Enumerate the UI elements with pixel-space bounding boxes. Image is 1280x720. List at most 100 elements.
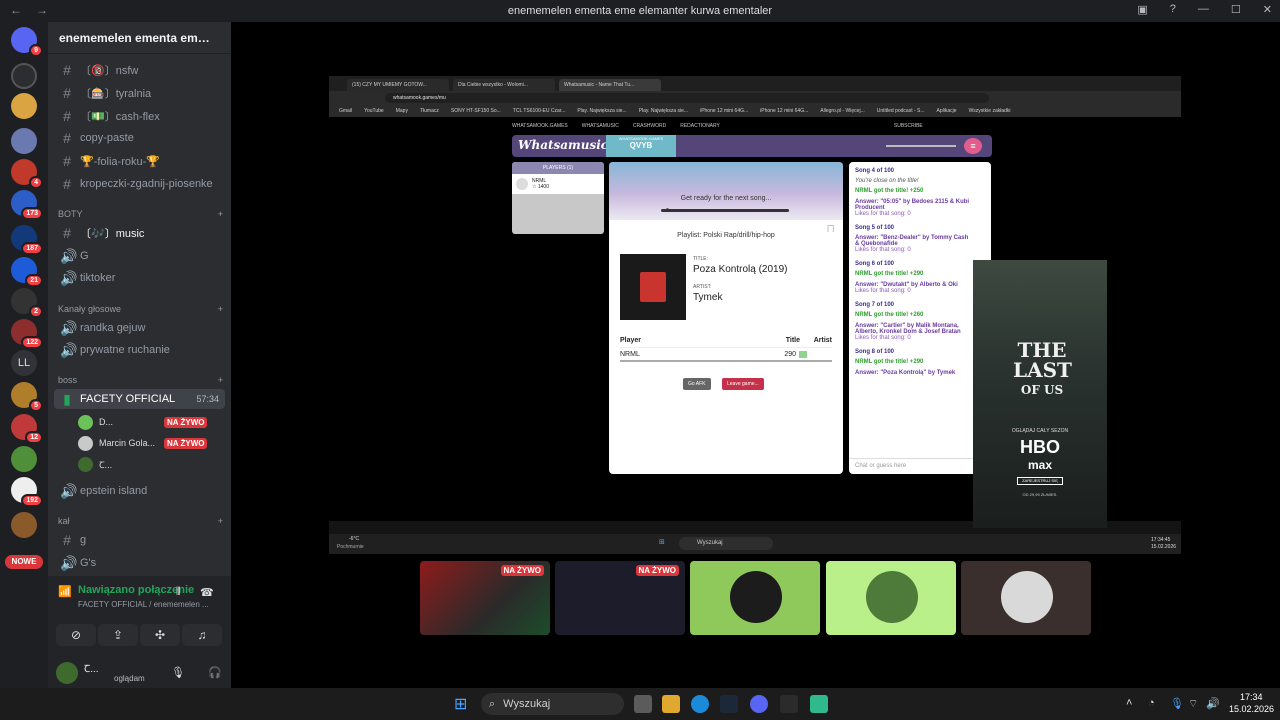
channel-kropeczki[interactable]: # kropeczki-zgadnij-piosenke — [54, 174, 225, 194]
taskbar-search[interactable]: ⌕ Wyszukaj — [481, 693, 624, 715]
bookmark[interactable]: iPhone 12 mini 64G... — [700, 108, 748, 114]
new-servers-pill[interactable]: NOWE — [5, 555, 43, 569]
bookmark[interactable]: iPhone 12 mini 64G... — [760, 108, 808, 114]
ad-cta-button[interactable]: ZAREJESTRUJ SIĘ — [1017, 477, 1063, 485]
help-icon[interactable]: ? — [1170, 3, 1176, 16]
leave-game-button[interactable]: Leave game... — [722, 378, 764, 390]
file-explorer-icon[interactable] — [662, 695, 680, 713]
windows-icon[interactable]: ⊞ — [454, 694, 467, 714]
server-icon[interactable]: 187 — [11, 225, 43, 255]
site-nav-item[interactable]: REDACTIONARY — [680, 123, 720, 131]
server-icon[interactable]: 173 — [11, 190, 43, 220]
channel-folia-roku[interactable]: # 🏆-folia-roku-🏆 — [54, 151, 225, 171]
go-afk-button[interactable]: Go AFK — [683, 378, 711, 390]
server-icon[interactable]: 21 — [11, 257, 43, 287]
server-icon[interactable] — [11, 93, 37, 119]
site-nav-item[interactable]: WHATSAMUSIC — [582, 123, 619, 131]
bookmark[interactable]: Allegro.pl - Więcej... — [820, 108, 864, 114]
plus-icon[interactable]: + — [218, 209, 223, 219]
player-row[interactable]: NRML ☆ 1400 — [512, 174, 604, 194]
channel-epstein-island[interactable]: 🔊 epstein island — [54, 481, 225, 501]
bookmark[interactable]: Mapy — [396, 108, 408, 114]
participant-tile[interactable] — [690, 561, 820, 635]
mic-icon[interactable]: 🎙 — [1170, 697, 1184, 710]
avatar[interactable] — [56, 662, 78, 684]
bookmark[interactable]: Tłumacz — [420, 108, 439, 114]
chevron-up-icon[interactable]: ˄ — [1126, 697, 1132, 709]
channel-g[interactable]: 🔊 G — [54, 246, 225, 266]
category-boss[interactable]: boss + — [58, 375, 223, 385]
plus-icon[interactable]: + — [218, 516, 223, 526]
minimize-icon[interactable]: — — [1198, 3, 1209, 16]
plus-icon[interactable]: + — [218, 375, 223, 385]
chat-input[interactable]: Chat or guess here — [849, 458, 991, 474]
guild-header[interactable]: enememelen ementa em… ⌄ 👤 — [48, 22, 270, 54]
activities-button[interactable]: ✣ — [140, 624, 180, 646]
channel-gs[interactable]: 🔊 G's — [54, 553, 225, 573]
server-icon[interactable] — [11, 446, 37, 472]
ad-banner[interactable]: THE LAST OF US OGLĄDAJ CAŁY SEZON HBO ma… — [973, 260, 1107, 528]
participant-tile[interactable] — [826, 561, 956, 635]
network-icon[interactable]: ◔ — [1148, 697, 1155, 709]
participant-tile[interactable] — [961, 561, 1091, 635]
pause-icon[interactable]: ⏸ — [666, 207, 669, 214]
bookmark[interactable]: Gmail — [339, 108, 352, 114]
server-icon[interactable] — [11, 63, 37, 89]
home-button[interactable]: 9 — [11, 27, 43, 57]
channel-cash-flex[interactable]: # 〔💵〕cash-flex — [54, 106, 225, 126]
url-field[interactable]: whatsamook.games/mu — [385, 93, 989, 103]
noise-suppression-icon[interactable]: ⫴ — [176, 586, 181, 599]
server-icon[interactable]: 5 — [11, 382, 43, 412]
channel-tyralnia[interactable]: # 〔🎰〕tyralnia — [54, 83, 225, 103]
site-nav-item[interactable]: WHATSAMOOK.GAMES — [512, 123, 568, 131]
server-icon[interactable]: 4 — [11, 159, 43, 189]
streamed-search[interactable]: Wyszukaj — [679, 537, 773, 550]
bookmark[interactable]: TCL TS6100-EU Czar... — [513, 108, 566, 114]
back-icon[interactable]: ← — [10, 3, 22, 17]
server-icon[interactable]: 2 — [11, 288, 43, 318]
tab[interactable]: Dla Ciebie wszystko - Wolomi... — [453, 79, 555, 91]
voice-user[interactable]: Ꞇ... — [78, 454, 218, 474]
channel-music[interactable]: # 〔🎶〕music — [54, 223, 225, 243]
channel-prywatne[interactable]: 🔊 prywatne ruchanie — [54, 340, 225, 360]
bookmark[interactable]: Play. Największa sie... — [577, 108, 626, 114]
channel-nsfw[interactable]: # 〔🔞〕nsfw — [54, 60, 225, 80]
screen-share-button[interactable]: ⇪ — [98, 624, 138, 646]
maximize-icon[interactable]: ☐ — [1231, 3, 1241, 16]
inbox-icon[interactable]: ▣ — [1137, 3, 1147, 16]
tab[interactable]: Whatsamusic - Name That Tu... — [559, 79, 661, 91]
discord-icon[interactable] — [750, 695, 768, 713]
volume-icon[interactable]: 🔊 — [1206, 697, 1220, 710]
channel-tiktoker[interactable]: 🔊 tiktoker — [54, 268, 225, 288]
edge-icon[interactable] — [691, 695, 709, 713]
bookmark[interactable]: Aplikacje — [937, 108, 957, 114]
category-boty[interactable]: BOTY + — [58, 209, 223, 219]
channel-g2[interactable]: # g — [54, 530, 225, 550]
windows-icon[interactable]: ⊞ — [659, 538, 665, 546]
voice-status[interactable]: Nawiązano połączenie — [56, 584, 194, 596]
bookmark[interactable]: SONY HT-SF150 So... — [451, 108, 501, 114]
site-nav-item[interactable]: CRASHWORD — [633, 123, 666, 131]
headset-icon[interactable]: 🎧 — [208, 666, 222, 679]
soundboard-button[interactable]: ♫ — [182, 624, 222, 646]
server-icon[interactable] — [11, 512, 37, 538]
clock-time[interactable]: 17:34 — [1240, 692, 1263, 702]
voice-user[interactable]: Marcin Gola... NA ŻYWO — [78, 433, 218, 453]
category-kal[interactable]: kał + — [58, 516, 223, 526]
plus-icon[interactable]: + — [218, 304, 223, 314]
channel-randka[interactable]: 🔊 randka gejuw — [54, 318, 225, 338]
menu-button[interactable]: ≡ — [964, 138, 982, 154]
server-icon[interactable]: 122 — [11, 319, 43, 349]
voice-location[interactable]: FACETY OFFICIAL / enememelen ... — [78, 600, 209, 609]
bookmark[interactable]: Untitled podcast - S... — [877, 108, 925, 114]
app-icon[interactable] — [810, 695, 828, 713]
bookmark[interactable]: Play. Największa sie... — [639, 108, 688, 114]
stream-tile[interactable]: NA ŻYWO — [555, 561, 685, 635]
site-logo[interactable]: Whatsamusic — [518, 138, 608, 152]
channel-copy-paste[interactable]: # copy-paste — [54, 128, 225, 148]
task-view-icon[interactable] — [634, 695, 652, 713]
camera-button[interactable]: ⊘ — [56, 624, 96, 646]
server-icon[interactable]: 12 — [11, 414, 43, 444]
lobby-code-box[interactable]: WHATSAMOOK.GAMES QVYB — [606, 135, 676, 157]
forward-icon[interactable]: → — [36, 3, 48, 17]
